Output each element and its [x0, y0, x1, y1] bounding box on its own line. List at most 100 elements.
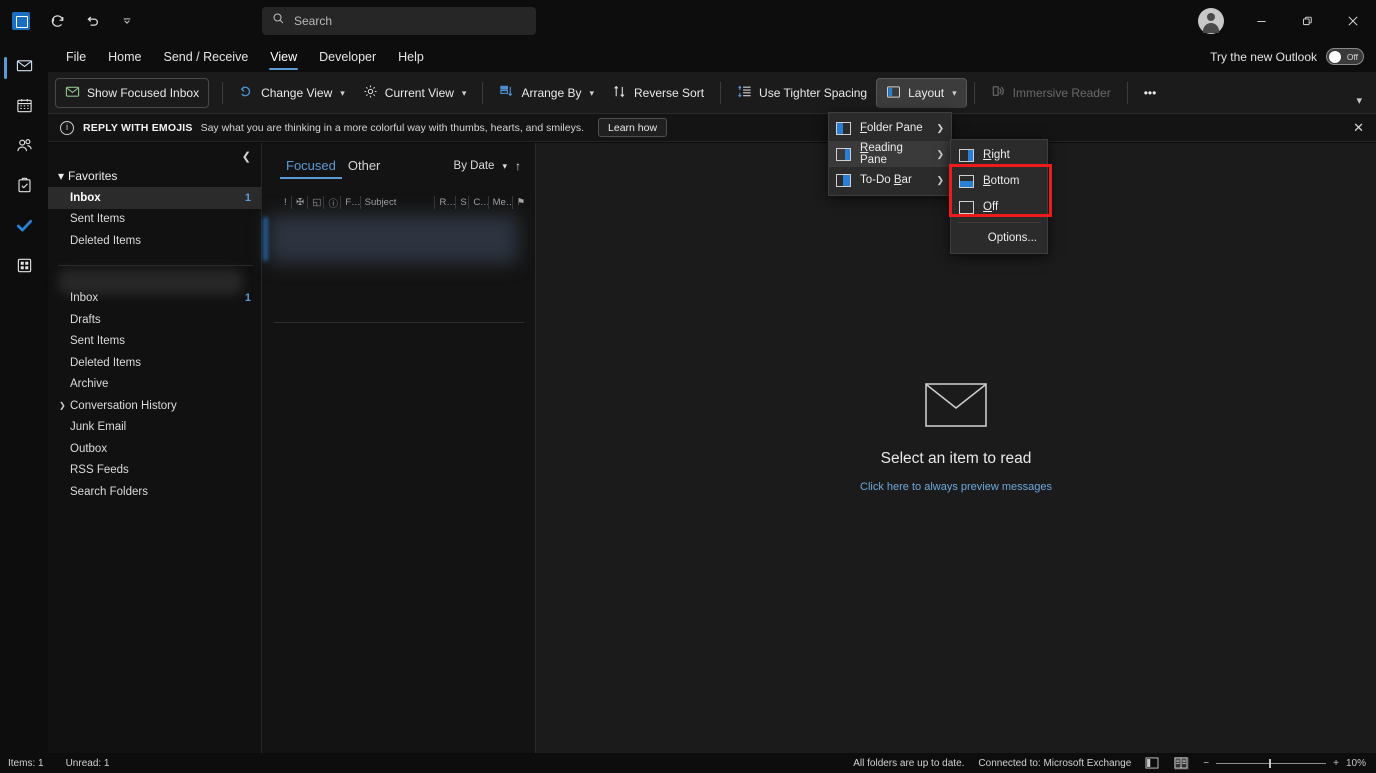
- submenu-item-right[interactable]: Right: [951, 142, 1047, 168]
- column-flag[interactable]: ⚑: [513, 196, 527, 209]
- menu-item-reading-pane[interactable]: Reading Pane ❯: [829, 141, 951, 167]
- folder-row-conversation-history[interactable]: ❯ Conversation History: [48, 395, 261, 417]
- layout-icon: [886, 85, 901, 102]
- normal-view-icon[interactable]: [1145, 757, 1160, 770]
- column-size[interactable]: S: [456, 196, 470, 209]
- banner-close-icon[interactable]: ✕: [1353, 120, 1364, 136]
- learn-how-button[interactable]: Learn how: [598, 118, 668, 137]
- tab-focused[interactable]: Focused: [280, 158, 342, 179]
- tab-developer[interactable]: Developer: [308, 42, 387, 72]
- tab-send-receive[interactable]: Send / Receive: [153, 42, 260, 72]
- submenu-item-off[interactable]: Off: [951, 194, 1047, 220]
- envelope-icon: [925, 383, 987, 431]
- column-mentions[interactable]: Me…: [489, 196, 513, 209]
- current-view-button[interactable]: Current View ▾: [354, 78, 476, 108]
- reverse-sort-button[interactable]: Reverse Sort: [603, 78, 713, 108]
- sort-control[interactable]: By Date ▾ ↑: [454, 159, 535, 179]
- zoom-in-icon[interactable]: +: [1333, 758, 1339, 769]
- tab-help[interactable]: Help: [387, 42, 435, 72]
- column-from[interactable]: F…: [341, 196, 361, 209]
- folder-row-rss-feeds[interactable]: RSS Feeds: [48, 460, 261, 482]
- collapse-chevron-left-icon[interactable]: ❮: [242, 150, 251, 163]
- more-commands-button[interactable]: •••: [1135, 78, 1166, 108]
- focused-inbox-icon: [65, 84, 80, 102]
- folder-row-sent-items[interactable]: Sent Items: [48, 331, 261, 353]
- submenu-item-label: Bottom: [983, 175, 1020, 187]
- reading-view-icon[interactable]: [1174, 756, 1190, 770]
- new-outlook-toggle[interactable]: Off: [1326, 48, 1364, 65]
- column-reminder[interactable]: ✠: [292, 196, 309, 209]
- search-input[interactable]: Search: [294, 14, 332, 28]
- rail-item-people[interactable]: [0, 128, 48, 168]
- submenu-item-bottom[interactable]: Bottom: [951, 168, 1047, 194]
- ribbon-separator: [1126, 82, 1128, 104]
- folder-row-search-folders[interactable]: Search Folders: [48, 481, 261, 503]
- use-tighter-spacing-button[interactable]: Use Tighter Spacing: [728, 78, 876, 108]
- folder-row-drafts[interactable]: Drafts: [48, 309, 261, 331]
- sort-ascending-arrow-icon[interactable]: ↑: [515, 159, 521, 173]
- minimize-button[interactable]: [1238, 0, 1284, 42]
- ribbon-label: Arrange By: [521, 86, 582, 100]
- menu-item-to-do-bar[interactable]: To-Do Bar ❯: [829, 167, 951, 193]
- ribbon-separator: [222, 82, 224, 104]
- pane-right-icon: [959, 148, 974, 162]
- tab-home[interactable]: Home: [97, 42, 152, 72]
- ribbon-tab-bar: File Home Send / Receive View Developer …: [0, 42, 1376, 72]
- zoom-out-icon[interactable]: −: [1203, 758, 1209, 769]
- message-row-redacted[interactable]: [268, 215, 518, 263]
- column-attachment[interactable]: ⓘ: [324, 196, 342, 209]
- rail-item-todo[interactable]: [0, 208, 48, 248]
- always-preview-link[interactable]: Click here to always preview messages: [860, 481, 1052, 493]
- submenu-item-options[interactable]: Options...: [951, 225, 1047, 251]
- rail-item-mail[interactable]: [0, 48, 48, 88]
- status-left: Items: 1 Unread: 1: [0, 758, 110, 769]
- chevron-right-icon[interactable]: ❯: [59, 401, 66, 410]
- undo-icon[interactable]: [81, 10, 103, 32]
- immersive-reader-button[interactable]: Immersive Reader: [982, 78, 1120, 108]
- folder-row-archive[interactable]: Archive: [48, 374, 261, 396]
- chevron-down-icon: ▾: [58, 169, 65, 183]
- restore-button[interactable]: [1284, 0, 1330, 42]
- rail-item-more-apps[interactable]: [0, 248, 48, 288]
- customize-qat-chevron-icon[interactable]: [116, 10, 138, 32]
- folder-row-favorites-inbox[interactable]: Inbox 1: [48, 187, 261, 209]
- favorites-group-header[interactable]: ▾ Favorites: [48, 165, 261, 187]
- folder-row-favorites-sent[interactable]: Sent Items: [48, 209, 261, 231]
- folder-label: Search Folders: [70, 485, 148, 498]
- column-received[interactable]: R…: [435, 196, 457, 209]
- immersive-reader-icon: [991, 84, 1006, 102]
- tab-view[interactable]: View: [259, 42, 308, 72]
- layout-button[interactable]: Layout ▾: [876, 78, 967, 108]
- rail-item-calendar[interactable]: [0, 88, 48, 128]
- zoom-slider[interactable]: − + 10%: [1203, 758, 1366, 769]
- tab-file[interactable]: File: [55, 42, 97, 72]
- column-categories[interactable]: C…: [469, 196, 489, 209]
- rail-item-tasks[interactable]: [0, 168, 48, 208]
- zoom-thumb[interactable]: [1269, 758, 1271, 768]
- column-icon[interactable]: ◱: [308, 196, 325, 209]
- folder-label: Drafts: [70, 313, 101, 326]
- send-receive-sync-icon[interactable]: [46, 10, 68, 32]
- column-subject[interactable]: Subject: [361, 196, 436, 209]
- account-avatar-icon[interactable]: [1198, 8, 1224, 34]
- folder-row-junk-email[interactable]: Junk Email: [48, 417, 261, 439]
- apps-grid-icon: [16, 257, 33, 279]
- change-view-button[interactable]: Change View ▾: [230, 78, 354, 108]
- folder-row-outbox[interactable]: Outbox: [48, 438, 261, 460]
- show-focused-inbox-button[interactable]: Show Focused Inbox: [55, 78, 210, 108]
- folder-row-inbox[interactable]: Inbox 1: [48, 288, 261, 310]
- zoom-track[interactable]: [1216, 758, 1327, 768]
- chevron-down-icon[interactable]: ▾: [502, 161, 507, 172]
- search-box[interactable]: Search: [262, 7, 536, 35]
- tab-other[interactable]: Other: [342, 158, 387, 179]
- arrange-by-button[interactable]: Arrange By ▾: [490, 78, 603, 108]
- menu-item-folder-pane[interactable]: Folder Pane ❯: [829, 115, 951, 141]
- column-importance[interactable]: !: [280, 196, 293, 209]
- folder-row-deleted-items[interactable]: Deleted Items: [48, 352, 261, 374]
- sort-label: By Date: [453, 160, 495, 172]
- chevron-right-icon: ❯: [936, 174, 944, 185]
- folder-row-favorites-deleted[interactable]: Deleted Items: [48, 230, 261, 252]
- try-new-outlook[interactable]: Try the new Outlook Off: [1210, 48, 1364, 65]
- ribbon-expand-chevron-icon[interactable]: ▾: [1356, 94, 1362, 107]
- close-button[interactable]: [1330, 0, 1376, 42]
